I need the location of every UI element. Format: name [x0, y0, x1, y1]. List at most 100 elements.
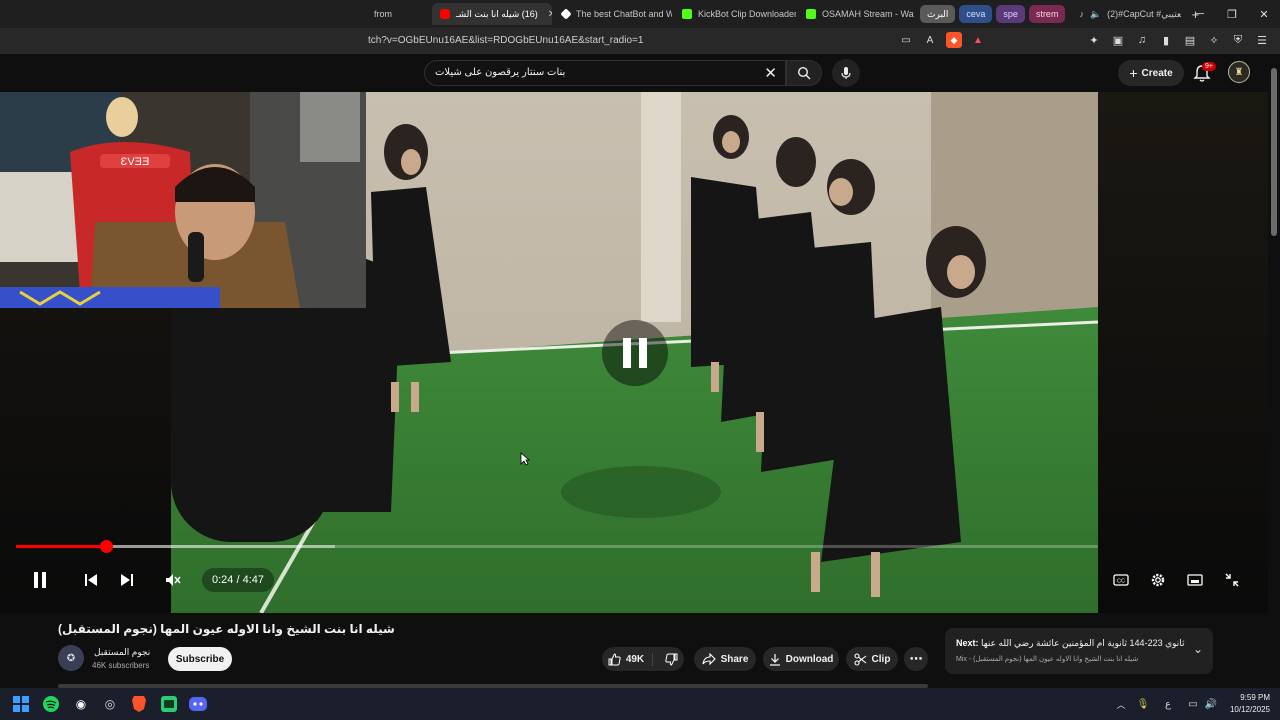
tab-label: (2)#CapCut #العتيبي: [1107, 8, 1182, 19]
video-player[interactable]: ƐVƎƎ 0:24 / 4:47 CC: [0, 92, 1268, 613]
scissors-icon: [853, 652, 866, 666]
brave-browser-icon[interactable]: [128, 693, 150, 715]
maximize-icon[interactable]: ❐: [1216, 0, 1248, 28]
next-video-line: Next: ثالث ثانوي 223-144 ثانوية ام المؤم…: [956, 638, 1186, 649]
obs-icon[interactable]: ◉: [70, 693, 92, 715]
extension-2-icon[interactable]: ▣: [1110, 32, 1126, 48]
webcam-overlay: ƐVƎƎ: [0, 92, 366, 308]
skip-next-icon: [121, 574, 133, 586]
like-dislike-group: 49K: [602, 647, 684, 671]
tab-youtube-active[interactable]: (16) شيله انا بنت الشـ ✕: [432, 3, 552, 25]
chevron-down-icon[interactable]: ⌄: [1193, 642, 1203, 656]
more-actions-button[interactable]: ⋯: [904, 647, 928, 671]
media-icon[interactable]: ♫: [1134, 32, 1150, 48]
search-box[interactable]: بنات سنتار يرقصون على شيلات ✕: [424, 60, 786, 86]
windows-taskbar: ◉ ◎ ︿ 🎙 ع ▭ 🔊 9:59 PM 10/12/2025: [0, 688, 1280, 720]
minimize-icon[interactable]: ─: [1184, 0, 1216, 28]
subscribe-button[interactable]: Subscribe: [168, 647, 232, 671]
input-language[interactable]: ع: [1157, 693, 1179, 715]
audio-playing-icon: 🔈: [1089, 8, 1102, 19]
vpn-icon[interactable]: ⛨: [1230, 32, 1246, 48]
extension-icon[interactable]: ✦: [1086, 32, 1102, 48]
like-button[interactable]: 49K: [608, 652, 654, 666]
voice-search-button[interactable]: [832, 59, 860, 87]
account-avatar[interactable]: ♜: [1228, 61, 1250, 83]
previous-button[interactable]: [80, 568, 102, 592]
captions-button[interactable]: CC: [1110, 568, 1132, 592]
channel-name[interactable]: نجوم المستقبل: [94, 647, 150, 658]
tab-group-1[interactable]: البرث: [920, 5, 956, 23]
next-button[interactable]: [116, 568, 138, 592]
download-button[interactable]: Download: [763, 647, 839, 671]
tiktok-favicon-icon: ♪: [1079, 9, 1084, 19]
windows-start-icon[interactable]: [10, 693, 32, 715]
center-pause-indicator[interactable]: [602, 320, 668, 386]
clip-label: Clip: [871, 653, 891, 665]
system-clock[interactable]: 9:59 PM 10/12/2025: [1230, 692, 1270, 716]
tab-group-spe[interactable]: spe: [996, 5, 1025, 23]
tab-chatbot[interactable]: The best ChatBot and W: [554, 3, 672, 25]
next-video-subtitle: Mix - شيله انا بنت الشيخ وانا الاوله عيو…: [956, 656, 1139, 663]
page-scrollbar[interactable]: [1268, 54, 1280, 688]
tab-label: (16) شيله انا بنت الشـ: [456, 8, 538, 19]
address-bar-actions: ▭ A ◆ ▲: [898, 32, 986, 48]
tab-label: OSAMAH Stream - Watc: [822, 9, 914, 19]
mute-button[interactable]: [162, 568, 184, 592]
translate-icon[interactable]: A: [922, 32, 938, 48]
browser-tab-bar: from (16) شيله انا بنت الشـ ✕ The best C…: [0, 0, 1280, 28]
thumbs-up-icon: [608, 652, 621, 665]
time-display: 0:24 / 4:47: [202, 568, 274, 592]
wallet-icon[interactable]: ▤: [1182, 32, 1198, 48]
tab-osamah-stream[interactable]: OSAMAH Stream - Watc: [798, 3, 914, 25]
sidebar-icon[interactable]: ▮: [1158, 32, 1174, 48]
close-tab-icon[interactable]: ✕: [548, 9, 552, 20]
search-button[interactable]: [786, 60, 822, 86]
create-button[interactable]: + Create: [1118, 60, 1184, 86]
tab-group-label: البرث: [927, 8, 949, 19]
like-count: 49K: [625, 653, 645, 665]
chrome-icon[interactable]: ◎: [99, 693, 121, 715]
install-app-icon[interactable]: ▭: [898, 32, 914, 48]
tab-group-ceva[interactable]: ceva: [959, 5, 993, 23]
svg-text:CC: CC: [1117, 579, 1125, 585]
progress-bar[interactable]: [16, 540, 1098, 553]
app-icon[interactable]: [158, 693, 180, 715]
chevron-up-icon[interactable]: ︿: [1110, 693, 1132, 715]
settings-button[interactable]: [1147, 568, 1169, 592]
played-progress: [16, 545, 107, 548]
tab-capcut[interactable]: ♪ 🔈 (2)#CapCut #العتيبي: [1071, 3, 1181, 25]
microphone-tray-icon[interactable]: 🎙: [1132, 693, 1154, 715]
search-input[interactable]: بنات سنتار يرقصون على شيلات: [435, 67, 565, 78]
dislike-button[interactable]: [658, 653, 678, 666]
clear-search-icon[interactable]: ✕: [764, 64, 777, 82]
share-button[interactable]: Share: [694, 647, 756, 671]
tab-group-label: strem: [1035, 9, 1059, 19]
tab-label: The best ChatBot and W: [576, 9, 672, 19]
brave-rewards-icon[interactable]: ▲: [970, 32, 986, 48]
close-window-icon[interactable]: ✕: [1248, 0, 1280, 28]
menu-icon[interactable]: ☰: [1254, 32, 1270, 48]
tab-group-label: ceva: [966, 9, 986, 19]
share-label: Share: [720, 653, 749, 665]
channel-avatar[interactable]: ✪: [58, 645, 84, 671]
next-video-card[interactable]: Next: ثالث ثانوي 223-144 ثانوية ام المؤم…: [945, 628, 1213, 674]
tab-kickbot[interactable]: KickBot Clip Downloader: [674, 3, 796, 25]
youtube-header: بنات سنتار يرقصون على شيلات ✕ + Create: [0, 54, 1280, 92]
speaker-icon[interactable]: 🔊: [1200, 693, 1222, 715]
tab-group-strem[interactable]: strem: [1028, 5, 1066, 23]
leo-ai-icon[interactable]: ✧: [1206, 32, 1222, 48]
brave-shields-icon[interactable]: ◆: [946, 32, 962, 48]
clip-button[interactable]: Clip: [846, 647, 898, 671]
fullscreen-button[interactable]: [1221, 568, 1243, 592]
theater-mode-button[interactable]: [1184, 568, 1206, 592]
scrollbar-thumb[interactable]: [1271, 68, 1277, 236]
tab-from[interactable]: from: [366, 3, 402, 25]
subscriber-count: 46K subscribers: [92, 661, 150, 670]
url-field[interactable]: tch?v=OGbEUnu16AE&list=RDOGbEUnu16AE&sta…: [368, 35, 643, 46]
volume-muted-icon: [166, 574, 181, 586]
discord-icon[interactable]: [187, 693, 209, 715]
kick-favicon-icon: [682, 9, 692, 19]
play-pause-button[interactable]: [28, 568, 52, 592]
thumbs-down-icon: [665, 653, 678, 666]
spotify-icon[interactable]: [40, 693, 62, 715]
